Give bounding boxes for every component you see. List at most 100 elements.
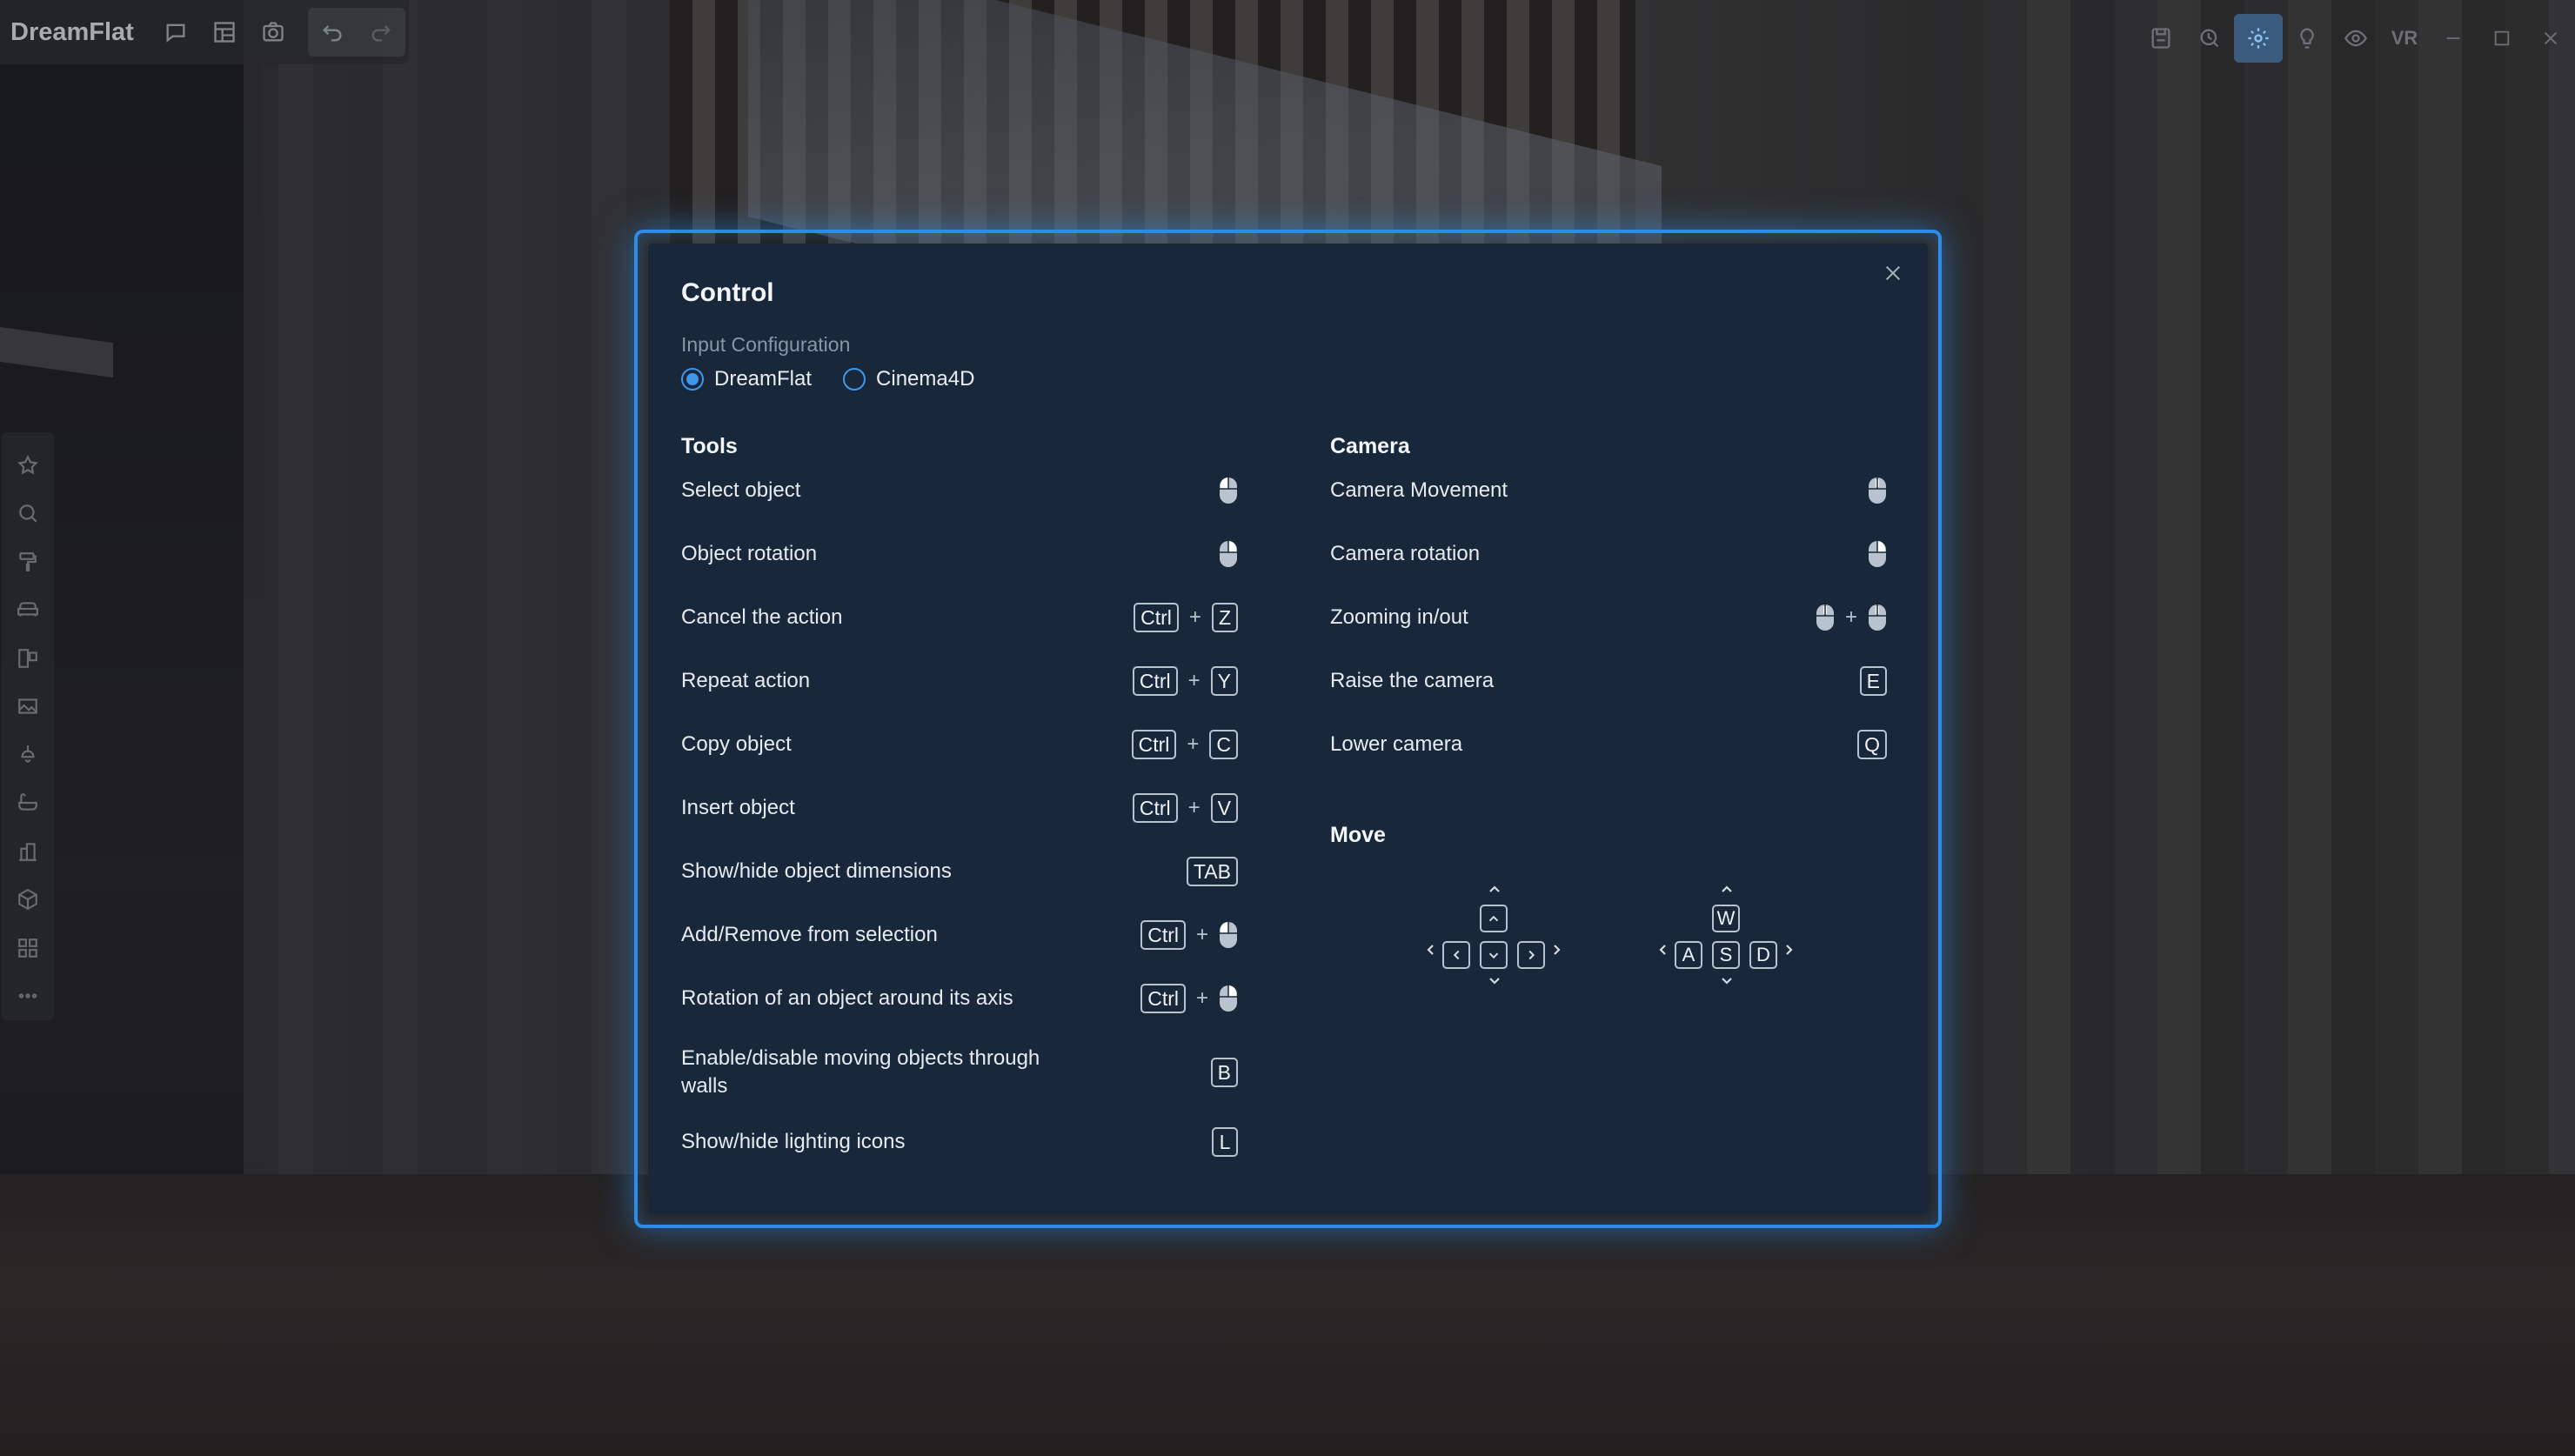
shortcut-row: Select object — [681, 473, 1238, 508]
camera-icon[interactable] — [249, 8, 298, 57]
shortcut-keys: TAB — [1186, 857, 1238, 886]
radio-label: Cinema4D — [876, 367, 975, 391]
shortcut-label: Repeat action — [681, 669, 811, 692]
shortcut-row: Copy object Ctrl + C — [681, 727, 1238, 762]
keycap: Ctrl — [1131, 730, 1177, 759]
paint-roller-icon[interactable] — [3, 538, 52, 586]
plus-sign: + — [1188, 605, 1201, 629]
shortcut-row: Zooming in/out + — [1330, 600, 1887, 635]
mouse-left-icon — [1219, 477, 1238, 504]
shortcut-row: Repeat action Ctrl + Y — [681, 664, 1238, 698]
shortcut-row: Add/Remove from selection Ctrl + — [681, 918, 1238, 952]
radio-checked-icon — [681, 368, 704, 391]
shortcut-keys — [1868, 477, 1887, 504]
shortcut-row: Camera Movement — [1330, 473, 1887, 508]
settings-icon[interactable] — [2234, 14, 2283, 63]
radio-cinema4d[interactable]: Cinema4D — [843, 367, 974, 391]
chevron-up-icon — [1722, 885, 1732, 892]
save-icon[interactable] — [2137, 14, 2185, 63]
chevron-left-icon — [1427, 945, 1434, 955]
key-a: A — [1675, 941, 1702, 969]
door-window-icon[interactable] — [3, 634, 52, 683]
keycap: E — [1859, 666, 1887, 696]
input-configuration-label: Input Configuration — [681, 333, 851, 356]
plus-sign: + — [1844, 605, 1857, 629]
app-logo: DreamFlat — [10, 17, 134, 46]
wasd-keys-diagram: W A S D — [1657, 884, 1805, 988]
bathtub-icon[interactable] — [3, 779, 52, 828]
search-icon[interactable] — [3, 490, 52, 538]
key-s: S — [1712, 941, 1740, 969]
gallery-icon[interactable] — [3, 683, 52, 731]
shortcut-keys: Ctrl + C — [1131, 730, 1238, 759]
layout-icon[interactable] — [200, 8, 249, 57]
chevron-down-icon — [1722, 978, 1732, 985]
sofa-icon[interactable] — [3, 586, 52, 635]
keycap: TAB — [1186, 857, 1238, 886]
keycap: B — [1210, 1058, 1238, 1087]
chevron-right-icon — [1554, 945, 1561, 955]
shortcut-keys: Ctrl + — [1140, 920, 1238, 950]
vr-button[interactable]: VR — [2380, 14, 2429, 63]
shortcut-row: Insert object Ctrl + V — [681, 791, 1238, 825]
mouse-middle-icon — [1868, 477, 1887, 504]
shortcut-label: Enable/disable moving objects through wa… — [681, 1046, 1040, 1098]
cube-icon[interactable] — [3, 876, 52, 925]
plus-sign: + — [1187, 796, 1201, 819]
shortcut-keys: Ctrl + Z — [1134, 603, 1238, 632]
shortcut-label: Show/hide lighting icons — [681, 1130, 906, 1153]
radio-dreamflat[interactable]: DreamFlat — [681, 367, 812, 391]
arrow-keys-diagram — [1425, 884, 1573, 988]
shortcut-label: Copy object — [681, 732, 792, 756]
shortcut-label: Raise the camera — [1330, 669, 1495, 692]
mouse-right-icon — [1868, 540, 1887, 568]
keycap: Ctrl — [1134, 603, 1179, 632]
window-close-icon[interactable] — [2526, 14, 2575, 63]
comment-icon[interactable] — [151, 8, 200, 57]
keycap: Ctrl — [1140, 984, 1186, 1013]
undo-icon[interactable] — [308, 8, 357, 57]
eye-icon[interactable] — [2331, 14, 2380, 63]
minimize-icon[interactable] — [2429, 14, 2478, 63]
key-d: D — [1749, 941, 1777, 969]
shortcut-keys — [1219, 540, 1238, 568]
keycap: V — [1210, 793, 1238, 823]
more-icon[interactable] — [3, 972, 52, 1021]
shortcut-label: Insert object — [681, 796, 795, 819]
shortcut-label: Zooming in/out — [1330, 605, 1468, 629]
shortcut-row: Lower camera Q — [1330, 727, 1887, 762]
maximize-icon[interactable] — [2478, 14, 2526, 63]
close-icon[interactable] — [1872, 252, 1914, 294]
building-icon[interactable] — [3, 827, 52, 876]
shortcut-row: Enable/disable moving objects through wa… — [681, 1042, 1238, 1103]
radio-label: DreamFlat — [714, 367, 813, 391]
keycap: Z — [1211, 603, 1238, 632]
mouse-right-icon — [1219, 540, 1238, 568]
star-icon[interactable] — [3, 441, 52, 490]
key-w: W — [1712, 905, 1740, 932]
plus-sign: + — [1195, 986, 1208, 1010]
light-bulb-icon[interactable] — [2283, 14, 2331, 63]
shortcut-label: Camera Movement — [1330, 478, 1508, 502]
apps-grid-icon[interactable] — [3, 924, 52, 972]
key-arrow-left — [1442, 941, 1470, 969]
shortcut-label: Select object — [681, 478, 801, 502]
keycap: C — [1209, 730, 1238, 759]
render-settings-icon[interactable] — [2185, 14, 2234, 63]
chevron-down-icon — [1489, 978, 1500, 985]
redo-icon[interactable] — [357, 8, 405, 57]
shortcut-row: Camera rotation — [1330, 537, 1887, 571]
shortcut-label: Lower camera — [1330, 732, 1463, 756]
ceiling-lamp-icon[interactable] — [3, 731, 52, 779]
top-toolbar-right: VR — [2137, 12, 2575, 64]
shortcut-keys: E — [1859, 666, 1887, 696]
radio-unchecked-icon — [843, 368, 866, 391]
mouse-left-icon — [1219, 921, 1238, 949]
left-sidebar — [2, 432, 54, 1020]
camera-heading: Camera — [1330, 434, 1410, 458]
key-arrow-right — [1517, 941, 1545, 969]
key-arrow-down — [1480, 941, 1508, 969]
shortcut-row: Raise the camera E — [1330, 664, 1887, 698]
undo-redo-group — [307, 8, 405, 57]
shortcut-label: Object rotation — [681, 542, 818, 565]
